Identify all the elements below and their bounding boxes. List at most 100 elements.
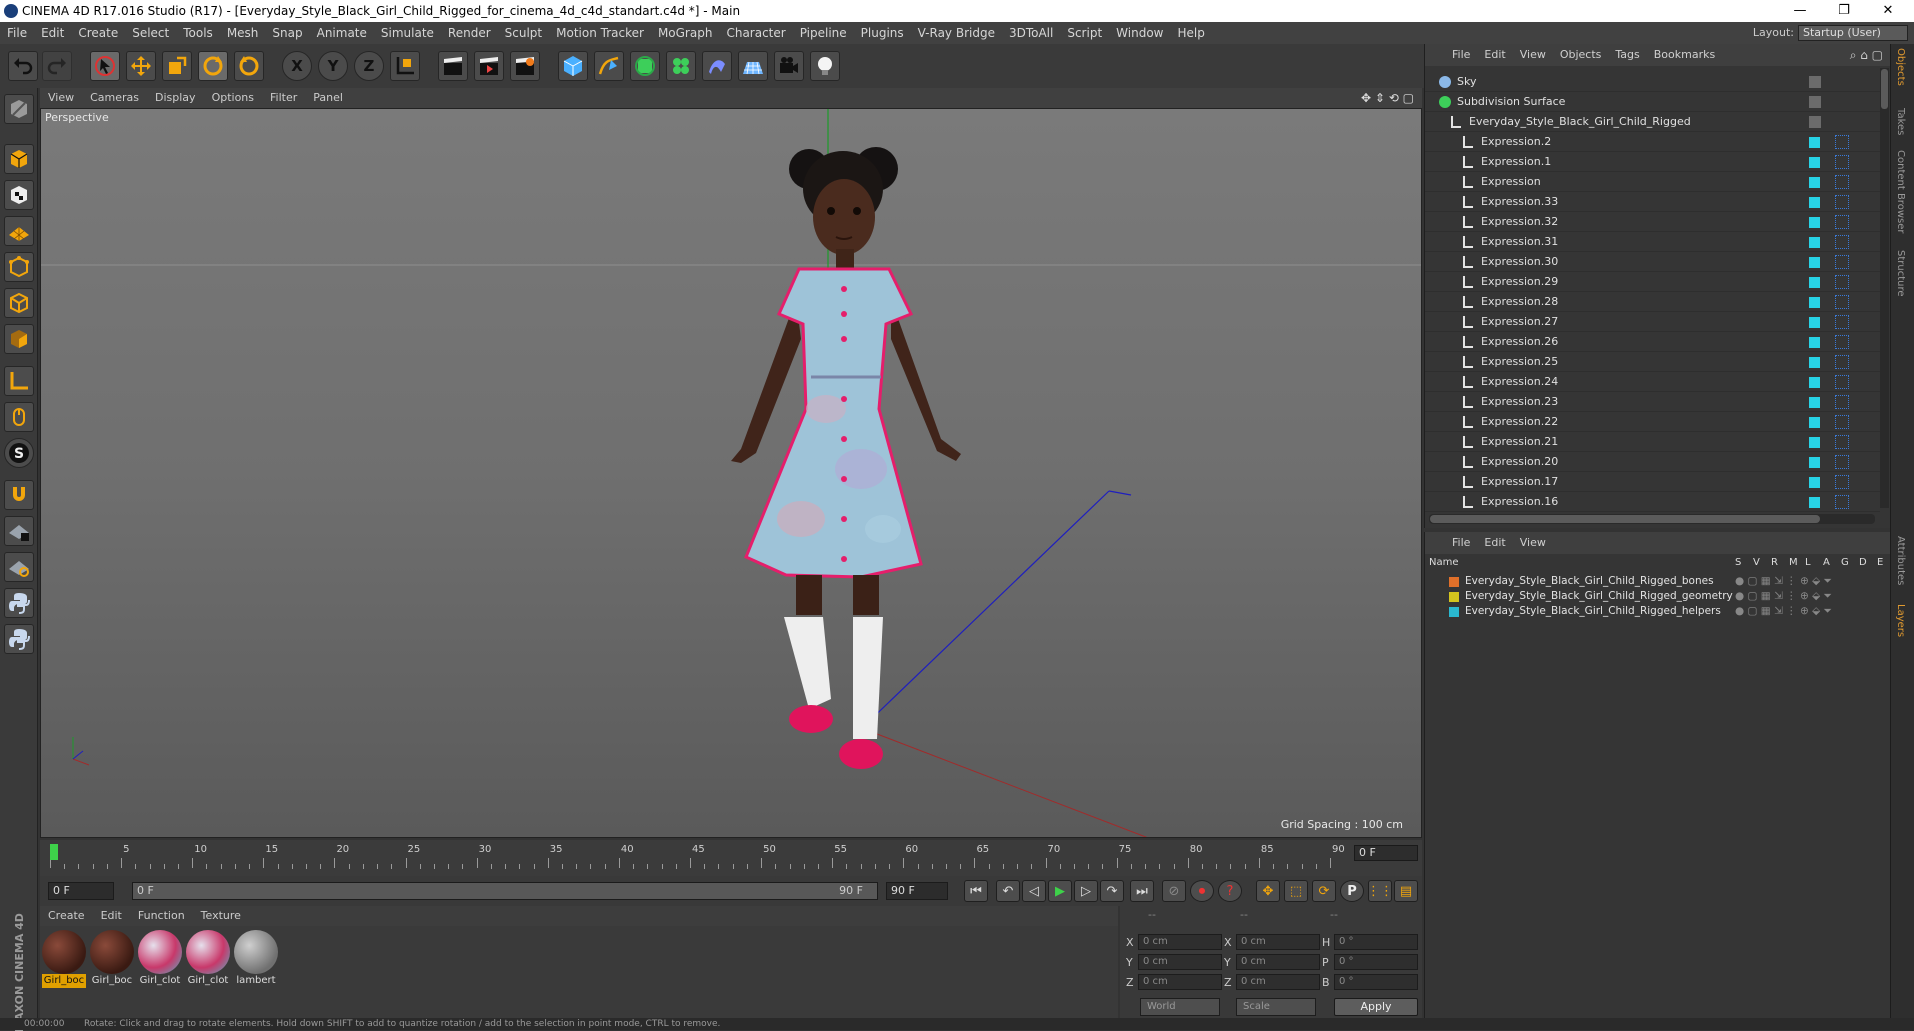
objects-menu-view[interactable]: View [1513,44,1553,66]
material-menu-texture[interactable]: Texture [193,906,249,926]
texture-mode-button[interactable] [4,180,34,210]
move-tool-button[interactable] [126,51,156,81]
render-to-picture-viewer-button[interactable] [474,51,504,81]
axis-mode-button[interactable] [4,366,34,396]
snapping-button[interactable]: S [4,438,34,468]
layer-toggle-icons[interactable]: ● ▢ ▦ ⇲ ⋮ ⊕ ⬙ ⏷ [1735,574,1832,589]
live-selection-button[interactable] [90,51,120,81]
object-row[interactable]: Expression.1 [1425,152,1880,172]
material-swatch[interactable]: lambert [234,930,278,990]
expression-tag-icon[interactable] [1835,175,1849,189]
layer-toggle-icons[interactable]: ● ▢ ▦ ⇲ ⋮ ⊕ ⬙ ⏷ [1735,604,1832,619]
material-swatch[interactable]: Girl_boc [90,930,134,990]
viewport-menu-view[interactable]: View [40,88,82,108]
material-swatch[interactable]: Girl_clot [138,930,182,990]
object-row[interactable]: Expression.25 [1425,352,1880,372]
layer-color-tag[interactable] [1809,437,1820,448]
planar-workplane-button[interactable] [4,552,34,582]
add-cube-button[interactable] [558,51,588,81]
menu-script[interactable]: Script [1060,22,1109,44]
menu-vray-bridge[interactable]: V-Ray Bridge [911,22,1002,44]
viewport-menu-options[interactable]: Options [204,88,262,108]
object-row[interactable]: Expression.29 [1425,272,1880,292]
timeline-window-button[interactable]: ▤ [1394,880,1418,902]
layer-color-tag[interactable] [1809,177,1820,188]
position-y-field[interactable]: 0 cm [1138,954,1222,970]
object-row[interactable]: Expression.32 [1425,212,1880,232]
menu-help[interactable]: Help [1170,22,1211,44]
object-row[interactable]: Expression.27 [1425,312,1880,332]
expression-tag-icon[interactable] [1835,135,1849,149]
layers-menu-file[interactable]: File [1445,532,1477,554]
apply-button[interactable]: Apply [1334,998,1418,1016]
material-menu-function[interactable]: Function [130,906,193,926]
expression-tag-icon[interactable] [1835,475,1849,489]
add-mograph-button[interactable] [666,51,696,81]
autokey-button[interactable]: ⏺ [1190,880,1214,902]
tab-objects[interactable]: Objects [1895,48,1906,86]
tab-attributes[interactable]: Attributes [1895,536,1906,585]
menu-sculpt[interactable]: Sculpt [498,22,549,44]
visibility-toggle[interactable] [1809,96,1821,108]
layer-color-swatch[interactable] [1449,607,1459,617]
add-light-button[interactable] [810,51,840,81]
layout-select[interactable]: Startup (User) [1798,25,1908,41]
menu-animate[interactable]: Animate [310,22,374,44]
object-row[interactable]: Expression.2 [1425,132,1880,152]
visibility-toggle[interactable] [1809,76,1821,88]
polygons-mode-button[interactable] [4,324,34,354]
edges-mode-button[interactable] [4,288,34,318]
rotate-tool-button[interactable] [198,51,228,81]
model-mode-button[interactable] [4,144,34,174]
frame-range-slider[interactable]: 0 F 90 F [132,882,878,900]
layer-color-tag[interactable] [1809,377,1820,388]
expression-tag-icon[interactable] [1835,455,1849,469]
menu-simulate[interactable]: Simulate [374,22,441,44]
menu-edit[interactable]: Edit [34,22,71,44]
object-row[interactable]: Expression.22 [1425,412,1880,432]
timeline-ruler[interactable]: 051015202530354045505560657075808590 0 F [40,840,1422,876]
menu-3dtoall[interactable]: 3DToAll [1002,22,1060,44]
add-spline-button[interactable] [594,51,624,81]
object-row[interactable]: Expression.23 [1425,392,1880,412]
layers-menu-edit[interactable]: Edit [1477,532,1512,554]
layers-menu-view[interactable]: View [1513,532,1553,554]
start-frame-field[interactable]: 0 F [48,882,114,900]
object-row[interactable]: Expression.33 [1425,192,1880,212]
visibility-toggle[interactable] [1809,116,1821,128]
make-editable-button[interactable] [4,94,34,124]
object-row[interactable]: Everyday_Style_Black_Girl_Child_Rigged [1425,112,1880,132]
go-to-end-button[interactable]: ⏭ [1130,880,1154,902]
objects-menu-bookmarks[interactable]: Bookmarks [1647,44,1722,66]
add-generator-button[interactable] [630,51,660,81]
add-deformer-button[interactable] [702,51,732,81]
layer-row[interactable]: Everyday_Style_Black_Girl_Child_Rigged_h… [1425,604,1891,619]
object-search-icon[interactable]: ⌕ ⌂ ▢ [1850,44,1883,66]
layer-color-tag[interactable] [1809,417,1820,428]
menu-motion-tracker[interactable]: Motion Tracker [549,22,651,44]
material-menu-edit[interactable]: Edit [93,906,130,926]
material-swatch[interactable]: Girl_boc [42,930,86,990]
previous-key-button[interactable]: ↶ [996,880,1020,902]
render-view-button[interactable] [438,51,468,81]
objects-menu-edit[interactable]: Edit [1477,44,1512,66]
size-x-field[interactable]: 0 cm [1236,934,1320,950]
menu-character[interactable]: Character [719,22,792,44]
coordinate-mode-select[interactable]: World [1140,998,1220,1016]
add-environment-button[interactable] [738,51,768,81]
layer-color-tag[interactable] [1809,317,1820,328]
maximize-button[interactable]: ❐ [1822,0,1866,22]
position-x-field[interactable]: 0 cm [1138,934,1222,950]
rotation-h-field[interactable]: 0 ° [1334,934,1418,950]
layer-color-tag[interactable] [1809,137,1820,148]
menu-create[interactable]: Create [71,22,125,44]
layer-color-tag[interactable] [1809,297,1820,308]
record-point-level-button[interactable]: ⋮⋮ [1367,880,1393,902]
viewport-menu-panel[interactable]: Panel [305,88,351,108]
menu-pipeline[interactable]: Pipeline [793,22,854,44]
object-horizontal-scrollbar[interactable] [1429,514,1875,524]
y-axis-lock-button[interactable]: Y [318,51,348,81]
expression-tag-icon[interactable] [1835,335,1849,349]
layer-row[interactable]: Everyday_Style_Black_Girl_Child_Rigged_g… [1425,589,1891,604]
material-swatch[interactable]: Girl_clot [186,930,230,990]
